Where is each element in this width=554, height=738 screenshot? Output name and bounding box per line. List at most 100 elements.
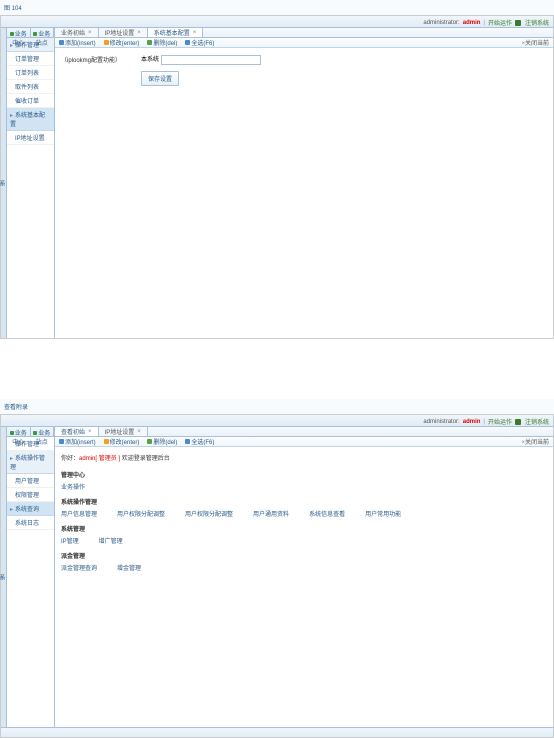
main-tabs: 业务初始× IP地址设置× 系统基本配置×: [55, 28, 553, 38]
toolbar-del[interactable]: 删除(del): [147, 38, 177, 47]
current-user: admin: [463, 419, 481, 425]
welcome-text: 你好：admin[ 管理员 ] 欢迎登录管理后台: [61, 453, 547, 462]
dot-icon: [33, 32, 37, 36]
header: administrator: admin | 开始运作 注销系统: [1, 415, 553, 427]
dot-icon: [33, 431, 37, 435]
logout-icon: [515, 20, 521, 26]
sidebar-tabs: 业务中心 业务站点: [7, 28, 54, 38]
sidebar-item[interactable]: 订单管理: [7, 52, 54, 66]
sidebar-item[interactable]: 取件列表: [7, 80, 54, 94]
sidebar-group-query[interactable]: ▸系统查询: [7, 502, 54, 516]
ip-input[interactable]: [161, 55, 261, 65]
section-heading: 系统操作管理: [61, 497, 547, 506]
edit-icon: [104, 439, 109, 444]
footer-bar: [1, 727, 553, 737]
save-button[interactable]: 保存设置: [141, 71, 179, 86]
chevron-icon: ▸: [10, 42, 13, 49]
sidebar-tabs: 业务中心 业务站点: [7, 427, 54, 437]
figure-caption: 图 104: [0, 0, 554, 15]
dash-link[interactable]: 增广管理: [99, 536, 123, 545]
form-label: （iplookmg配置功能）: [61, 55, 141, 64]
toolbar-close[interactable]: ×关闭当前: [520, 38, 549, 47]
dash-link[interactable]: IP管理: [61, 536, 79, 545]
toolbar-close[interactable]: ×关闭当前: [520, 437, 549, 446]
toolbar-add[interactable]: 添加(insert): [59, 38, 96, 47]
sidebar-item-ip[interactable]: IP地址设置: [7, 131, 54, 145]
toolbar-sel[interactable]: 全选(F6): [185, 38, 214, 47]
add-icon: [59, 439, 64, 444]
admin-screen-1: administrator: admin | 开始运作 注销系统 系统管理 业务…: [0, 15, 554, 339]
dash-link[interactable]: 用户信息管理: [61, 509, 97, 518]
sidebar-item[interactable]: 系统日志: [7, 516, 54, 530]
main-tab[interactable]: IP地址设置×: [99, 427, 148, 436]
main-tab[interactable]: IP地址设置×: [99, 28, 148, 37]
main-tab[interactable]: 业务初始×: [55, 28, 99, 37]
switch-link[interactable]: 开始运作: [488, 18, 512, 27]
sidebar-tab-site[interactable]: 业务站点: [31, 28, 55, 38]
current-user: admin: [463, 20, 481, 26]
sidebar-group-sysops[interactable]: ▸系统操作管理: [7, 451, 54, 474]
close-icon[interactable]: ×: [88, 429, 92, 435]
dash-link[interactable]: 业务操作: [61, 482, 85, 491]
main-tabs: 查看初始× IP地址设置×: [55, 427, 553, 437]
toolbar-edit[interactable]: 修改(enter): [104, 38, 140, 47]
delete-icon: [147, 439, 152, 444]
sidebar-group-config[interactable]: ▸系统基本配置: [7, 108, 54, 131]
logout-link[interactable]: 注销系统: [525, 18, 549, 27]
toolbar-add[interactable]: 添加(insert): [59, 437, 96, 446]
dash-link[interactable]: 用户常用功能: [365, 509, 401, 518]
toolbar-del[interactable]: 删除(del): [147, 437, 177, 446]
dash-link[interactable]: 用户权限分配调整: [185, 509, 233, 518]
toolbar-sel[interactable]: 全选(F6): [185, 437, 214, 446]
dashboard-content: 你好：admin[ 管理员 ] 欢迎登录管理后台 管理中心 业务操作 系统操作管…: [55, 447, 553, 584]
chevron-icon: ▸: [10, 506, 13, 513]
main-tab-active[interactable]: 查看初始×: [55, 427, 99, 436]
form-row: （iplookmg配置功能） 本系统: [61, 54, 547, 65]
figure-caption-2: 查看附录: [0, 399, 554, 414]
sidebar-tab-biz[interactable]: 业务中心: [7, 28, 31, 38]
main-tab-active[interactable]: 系统基本配置×: [148, 28, 204, 37]
sidebar-item[interactable]: 权限管理: [7, 488, 54, 502]
dash-link[interactable]: 增金管理: [117, 563, 141, 572]
toolbar-edit[interactable]: 修改(enter): [104, 437, 140, 446]
sidebar-item[interactable]: 催收订单: [7, 94, 54, 108]
main-area: 业务初始× IP地址设置× 系统基本配置× 添加(insert) 修改(ente…: [55, 28, 553, 338]
sidebar-item[interactable]: 订单列表: [7, 66, 54, 80]
dash-link[interactable]: 派金管理查询: [61, 563, 97, 572]
sidebar-tab-biz[interactable]: 业务中心: [7, 427, 31, 437]
toolbar: 添加(insert) 修改(enter) 删除(del) 全选(F6) ×关闭当…: [55, 437, 553, 447]
content-form: （iplookmg配置功能） 本系统 保存设置: [55, 48, 553, 98]
chevron-icon: ▸: [10, 112, 13, 119]
dash-link[interactable]: 系统信息查看: [309, 509, 345, 518]
link-row: 用户信息管理 用户权限分配调整 用户权限分配调整 用户通用资料 系统信息查看 用…: [61, 509, 547, 518]
sidebar-item[interactable]: 用户管理: [7, 474, 54, 488]
dot-icon: [10, 431, 14, 435]
close-icon[interactable]: ×: [88, 30, 92, 36]
section-heading: 管理中心: [61, 470, 547, 479]
header-right: administrator: admin | 开始运作 注销系统: [423, 18, 549, 27]
section-heading: 派金管理: [61, 551, 547, 560]
logout-icon: [515, 419, 521, 425]
sidebar-tab-site[interactable]: 业务站点: [31, 427, 55, 437]
delete-icon: [147, 40, 152, 45]
header-right: administrator: admin | 开始运作 注销系统: [423, 417, 549, 426]
dash-link[interactable]: 用户权限分配调整: [117, 509, 165, 518]
switch-link[interactable]: 开始运作: [488, 417, 512, 426]
logout-link[interactable]: 注销系统: [525, 417, 549, 426]
chevron-icon: ▸: [10, 455, 13, 462]
close-icon[interactable]: ×: [137, 429, 141, 435]
close-icon[interactable]: ×: [137, 30, 141, 36]
form-value: 本系统: [141, 57, 159, 63]
select-icon: [185, 40, 190, 45]
select-icon: [185, 439, 190, 444]
dot-icon: [10, 32, 14, 36]
sidebar: 业务中心 业务站点 ▸操作管理 订单管理 订单列表 取件列表 催收订单 ▸系统基…: [7, 28, 55, 338]
dash-link[interactable]: 用户通用资料: [253, 509, 289, 518]
close-icon[interactable]: ×: [193, 30, 197, 36]
sidebar: 业务中心 业务站点 操作管理 ▸系统操作管理 用户管理 权限管理 ▸系统查询 系…: [7, 427, 55, 727]
add-icon: [59, 40, 64, 45]
main-area: 查看初始× IP地址设置× 添加(insert) 修改(enter) 删除(de…: [55, 427, 553, 727]
toolbar: 添加(insert) 修改(enter) 删除(del) 全选(F6) ×关闭当…: [55, 38, 553, 48]
sep: |: [483, 20, 485, 26]
edit-icon: [104, 40, 109, 45]
